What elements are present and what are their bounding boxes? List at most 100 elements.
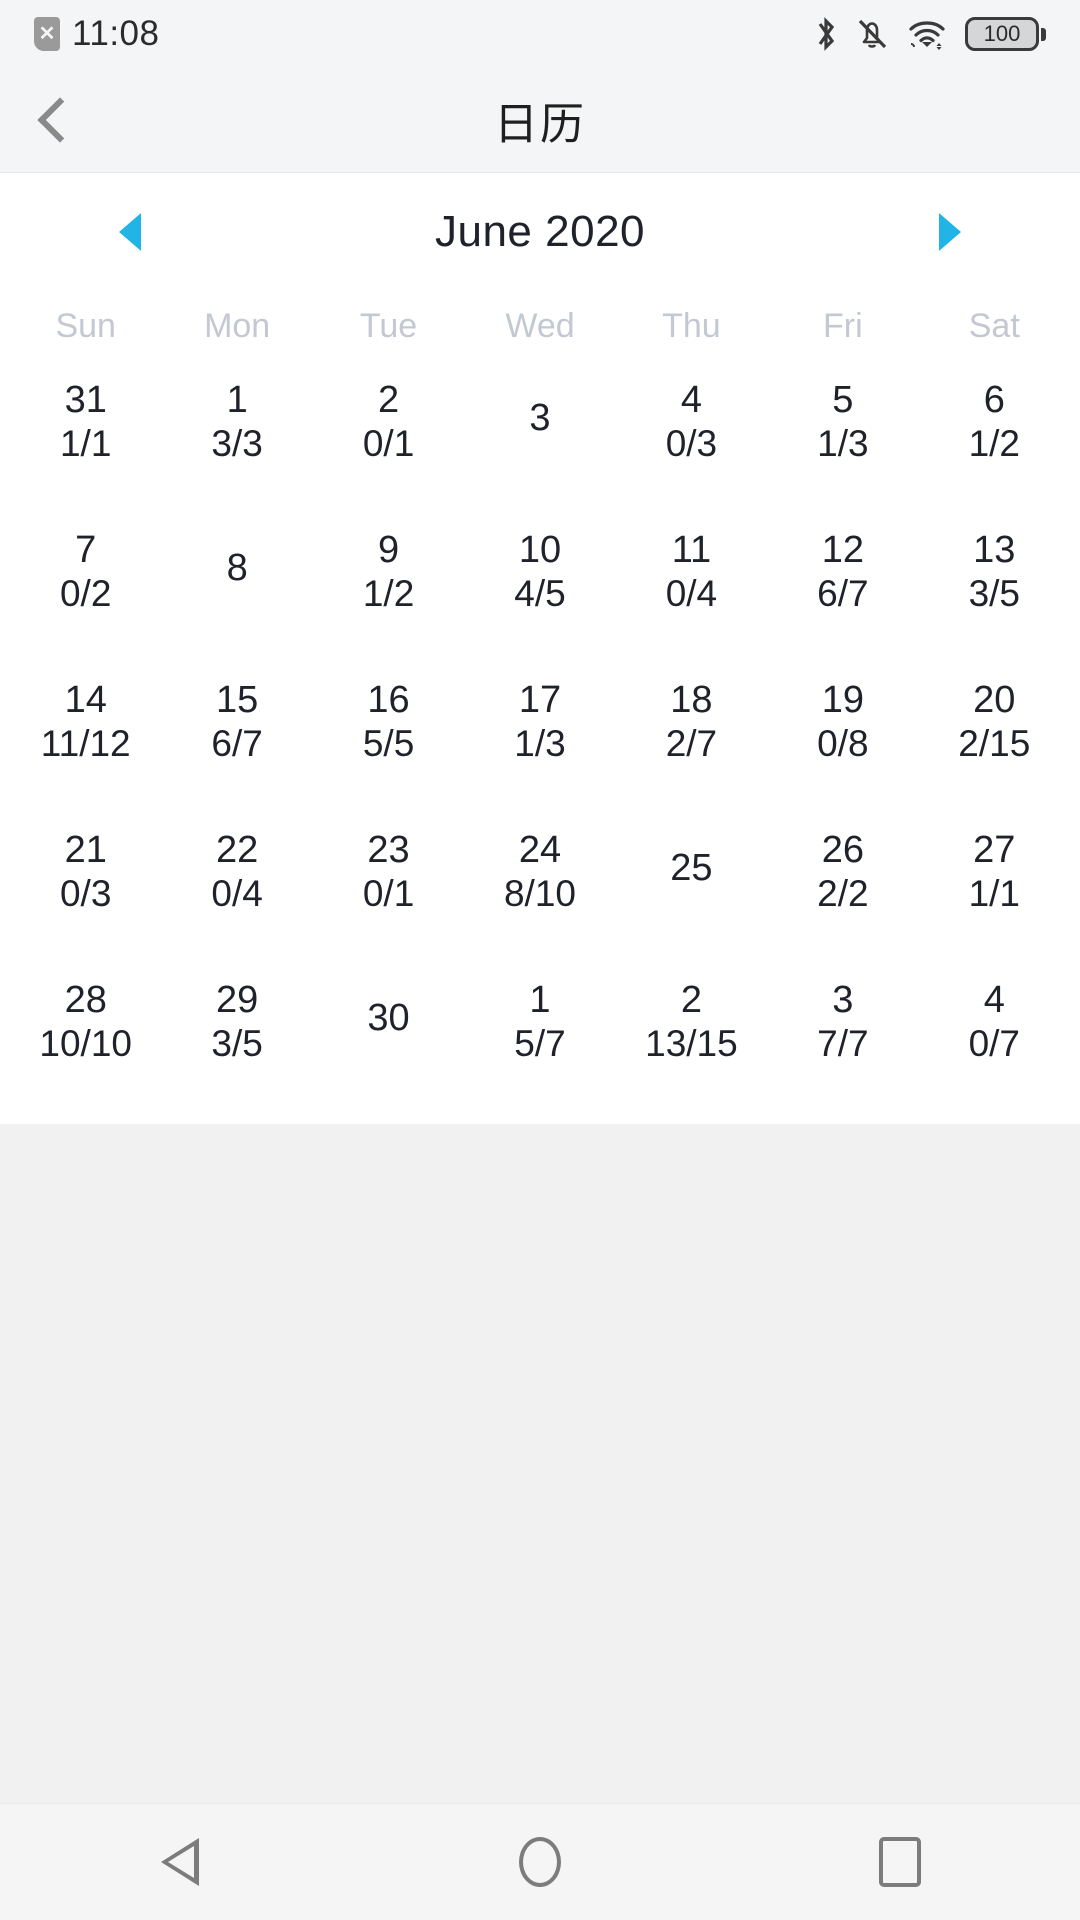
- calendar-week-row: 21 0/3 22 0/4 23 0/1 24 8/10 25 26 2/2 27 1/1: [10, 796, 1070, 946]
- calendar-day-cell[interactable]: 17 1/3: [464, 646, 615, 796]
- day-number: 18: [670, 678, 713, 721]
- calendar-week-row: 28 10/10 29 3/5 30 1 5/7 2 13/15 3 7/7 4 0/7: [10, 946, 1070, 1096]
- calendar-day-cell[interactable]: 29 3/5: [161, 946, 312, 1096]
- calendar-day-cell[interactable]: 1 3/3: [161, 346, 312, 496]
- day-number: 4: [680, 378, 702, 421]
- weekday-label: Sun: [55, 307, 116, 345]
- day-count-label: 1/1: [968, 872, 1020, 914]
- day-number: 2: [680, 978, 702, 1021]
- day-number: 6: [983, 378, 1005, 421]
- calendar-day-cell[interactable]: 3 7/7: [767, 946, 918, 1096]
- triangle-back-icon: [161, 1838, 199, 1886]
- day-number: 11: [671, 528, 712, 571]
- calendar-day-cell[interactable]: 20 2/15: [919, 646, 1070, 796]
- calendar-day-cell[interactable]: 21 0/3: [10, 796, 161, 946]
- calendar-day-cell[interactable]: 9 1/2: [313, 496, 464, 646]
- calendar-week-row: 31 1/1 1 3/3 2 0/1 3 4 0/3 5 1/3 6 1/2: [10, 346, 1070, 496]
- bell-muted-icon: [858, 19, 887, 49]
- day-number: 29: [215, 978, 259, 1021]
- calendar-day-cell[interactable]: 12 6/7: [767, 496, 918, 646]
- calendar-day-cell[interactable]: 4 0/7: [919, 946, 1070, 1096]
- day-number: 30: [367, 997, 410, 1039]
- calendar-day-cell[interactable]: 2 0/1: [313, 346, 464, 496]
- day-count-label: 0/4: [211, 872, 263, 914]
- bluetooth-icon: [818, 17, 835, 51]
- day-count-label: 6/7: [817, 572, 869, 614]
- calendar-day-cell[interactable]: 25: [616, 796, 767, 946]
- day-count-label: 3/5: [211, 1022, 263, 1064]
- calendar-day-cell[interactable]: 8: [161, 496, 312, 646]
- day-count-label: 3/3: [211, 422, 263, 464]
- calendar-day-cell[interactable]: 10 4/5: [464, 496, 615, 646]
- calendar-day-cell[interactable]: 18 2/7: [616, 646, 767, 796]
- next-month-button[interactable]: [920, 197, 980, 267]
- month-label: June 2020: [434, 207, 646, 256]
- calendar-day-cell[interactable]: 19 0/8: [767, 646, 918, 796]
- day-count-label: 1/3: [817, 422, 869, 464]
- calendar-day-cell[interactable]: 3: [464, 346, 615, 496]
- calendar-day-cell[interactable]: 31 1/1: [10, 346, 161, 496]
- month-header: June 2020: [0, 173, 1080, 291]
- calendar-day-cell[interactable]: 1 5/7: [464, 946, 615, 1096]
- day-count-label: 2/2: [817, 872, 869, 914]
- day-count-label: 4/5: [514, 572, 566, 614]
- calendar-day-cell[interactable]: 14 11/12: [10, 646, 161, 796]
- day-number: 19: [821, 678, 864, 721]
- day-number: 26: [821, 828, 864, 871]
- day-count-label: 5/5: [362, 722, 415, 764]
- no-sim-icon: ✕: [34, 17, 60, 51]
- calendar-day-cell[interactable]: 11 0/4: [616, 496, 767, 646]
- day-number: 15: [215, 678, 259, 721]
- arrow-left-icon: [119, 213, 141, 251]
- calendar-day-cell[interactable]: 26 2/2: [767, 796, 918, 946]
- calendar-day-cell[interactable]: 7 0/2: [10, 496, 161, 646]
- calendar-day-cell[interactable]: 16 5/5: [313, 646, 464, 796]
- day-number: 4: [983, 978, 1005, 1021]
- day-number: 1: [226, 378, 248, 421]
- prev-month-button[interactable]: [100, 197, 160, 267]
- weekday-label: Mon: [204, 307, 271, 345]
- day-number: 22: [215, 828, 259, 871]
- calendar-day-cell[interactable]: 5 1/3: [767, 346, 918, 496]
- day-number: 14: [64, 678, 107, 721]
- day-number: 13: [973, 528, 1016, 571]
- nav-back-button[interactable]: [90, 1804, 270, 1920]
- calendar-day-cell[interactable]: 22 0/4: [161, 796, 312, 946]
- day-count-label: 0/3: [59, 872, 112, 914]
- calendar-day-cell[interactable]: 6 1/2: [919, 346, 1070, 496]
- calendar-day-cell[interactable]: 4 0/3: [616, 346, 767, 496]
- weekday-label: Tue: [359, 307, 418, 345]
- calendar-day-cell[interactable]: 28 10/10: [10, 946, 161, 1096]
- day-number: 25: [670, 847, 713, 889]
- day-count-label: 0/2: [59, 572, 112, 614]
- calendar-day-cell[interactable]: 27 1/1: [919, 796, 1070, 946]
- app-bar: 日历: [0, 68, 1080, 173]
- calendar-day-cell[interactable]: 13 3/5: [919, 496, 1070, 646]
- day-count-label: 2/7: [665, 722, 718, 764]
- content-filler: [0, 1124, 1080, 1803]
- calendar-grid: 31 1/1 1 3/3 2 0/1 3 4 0/3 5 1/3 6 1/2 7 0/2 8 9 1/2 10 4/5…: [0, 346, 1080, 1096]
- calendar-day-cell[interactable]: 23 0/1: [313, 796, 464, 946]
- day-count-label: 3/5: [968, 572, 1020, 614]
- day-number: 10: [518, 528, 562, 571]
- day-count-label: 1/2: [968, 422, 1020, 464]
- calendar-day-cell[interactable]: 15 6/7: [161, 646, 312, 796]
- status-bar-left: ✕ 11:08: [34, 14, 160, 54]
- calendar-day-cell[interactable]: 24 8/10: [464, 796, 615, 946]
- nav-recents-button[interactable]: [810, 1804, 990, 1920]
- calendar-day-cell[interactable]: 2 13/15: [616, 946, 767, 1096]
- circle-home-icon: [519, 1837, 561, 1887]
- day-count-label: 0/8: [817, 722, 869, 764]
- nav-home-button[interactable]: [450, 1804, 630, 1920]
- phone-screen: ✕ 11:08 100 日历 June 2020 Sun Mon Tue Wed…: [0, 0, 1080, 1920]
- day-number: 16: [367, 678, 410, 721]
- day-count-label: 0/1: [362, 422, 415, 464]
- day-count-label: 7/7: [817, 1022, 869, 1064]
- day-count-label: 11/12: [40, 722, 131, 764]
- calendar-week-row: 14 11/12 15 6/7 16 5/5 17 1/3 18 2/7 19 0/8 20 2/15: [10, 646, 1070, 796]
- weekday-label: Thu: [662, 307, 721, 345]
- wifi-icon: [909, 21, 945, 50]
- calendar-day-cell[interactable]: 30: [313, 946, 464, 1096]
- day-number: 21: [64, 828, 107, 871]
- day-count-label: 8/10: [503, 872, 576, 914]
